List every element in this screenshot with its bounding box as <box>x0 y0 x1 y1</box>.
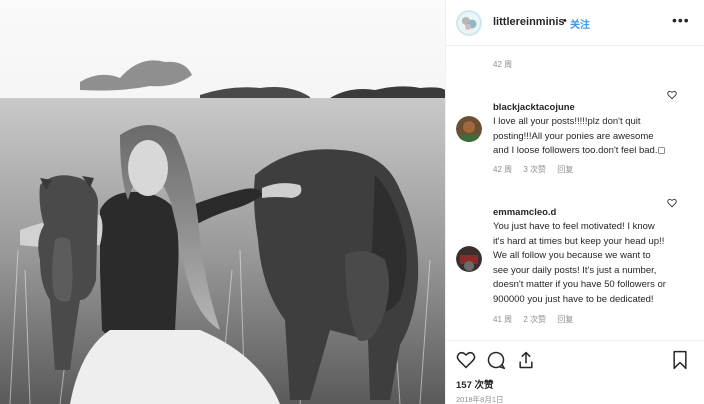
post-panel: littlereinminis • 关注 ••• 42 周 blackjackt… <box>445 0 704 404</box>
comment-like-heart-icon[interactable] <box>667 198 677 208</box>
post-actions: 157 次赞 2018年8月1日 <box>446 340 704 404</box>
bookmark-icon[interactable] <box>670 350 690 370</box>
author-avatar[interactable] <box>456 10 482 36</box>
post-header: littlereinminis • 关注 ••• <box>446 0 704 46</box>
comment-bubble-icon[interactable] <box>486 350 506 370</box>
comment-avatar[interactable] <box>456 246 482 272</box>
comment-meta: 41 周 2 次赞 回复 <box>493 314 582 325</box>
header-separator: • <box>563 15 567 27</box>
comment-reply-button[interactable]: 回复 <box>557 165 573 174</box>
comment-time[interactable]: 42 周 <box>493 165 512 174</box>
comment-time[interactable]: 41 周 <box>493 315 512 324</box>
comment-body: emmamcleo.d You just have to feel motiva… <box>493 191 668 307</box>
author-username[interactable]: littlereinminis <box>493 16 565 28</box>
post-photo[interactable] <box>0 0 445 404</box>
comment-author[interactable]: emmamcleo.d <box>493 207 556 218</box>
caption-meta: 42 周 <box>493 59 521 70</box>
comment-avatar[interactable] <box>456 116 482 142</box>
like-heart-icon[interactable] <box>456 350 476 370</box>
share-icon[interactable] <box>516 350 536 370</box>
comment-body: blackjacktacojune I love all your posts!… <box>493 86 668 159</box>
comment-author[interactable]: blackjacktacojune <box>493 102 575 113</box>
comment-reply-button[interactable]: 回复 <box>557 315 573 324</box>
post-date: 2018年8月1日 <box>456 395 504 404</box>
likes-count[interactable]: 157 次赞 <box>456 377 494 391</box>
caption-time[interactable]: 42 周 <box>493 60 512 69</box>
comment-text: I love all your posts!!!!!plz don't quit… <box>493 116 666 156</box>
more-options-icon[interactable]: ••• <box>672 12 690 28</box>
comment-likes[interactable]: 3 次赞 <box>523 165 546 174</box>
comment-meta: 42 周 3 次赞 回复 <box>493 164 582 175</box>
comment-text: You just have to feel motivated! I know … <box>493 221 666 305</box>
follow-button[interactable]: 关注 <box>570 16 590 31</box>
post-image <box>0 0 445 404</box>
comment-like-heart-icon[interactable] <box>667 90 677 100</box>
comment-likes[interactable]: 2 次赞 <box>523 315 546 324</box>
